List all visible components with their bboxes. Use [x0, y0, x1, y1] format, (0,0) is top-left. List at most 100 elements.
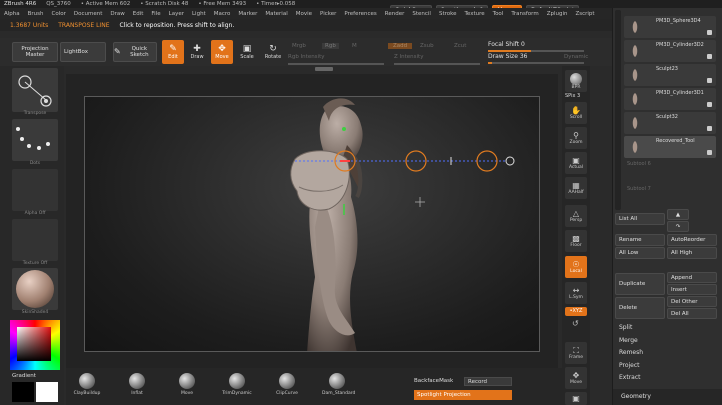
- autoreorder-button[interactable]: AutoReorder: [667, 234, 717, 246]
- menu-macro[interactable]: Macro: [214, 11, 231, 17]
- menu-movie[interactable]: Movie: [296, 11, 312, 17]
- rotate-button[interactable]: ↻ Rotate: [261, 40, 285, 64]
- menu-layer[interactable]: Layer: [169, 11, 184, 17]
- lsym-button[interactable]: ↔ L.Sym: [565, 282, 587, 304]
- top-shelf-handle[interactable]: [315, 67, 333, 71]
- transpose-handle-circle[interactable]: [505, 156, 515, 166]
- quick-sketch-button[interactable]: ✎ Quick Sketch: [113, 42, 157, 62]
- del-other-button[interactable]: Del Other: [667, 296, 717, 307]
- menu-light[interactable]: Light: [192, 11, 206, 17]
- insert-button[interactable]: Insert: [667, 284, 717, 295]
- dynamic-toggle[interactable]: Dynamic: [564, 54, 588, 60]
- actual-button[interactable]: ▣ Actual: [565, 152, 587, 174]
- brush-trimdynamic[interactable]: TrimDynamic: [222, 373, 252, 396]
- menu-document[interactable]: Document: [74, 11, 103, 17]
- primary-color-swatch[interactable]: [36, 382, 58, 402]
- z-intensity-slider[interactable]: [394, 63, 480, 65]
- menu-color[interactable]: Color: [52, 11, 66, 17]
- lightbox-button[interactable]: LightBox: [60, 42, 106, 62]
- persp-button[interactable]: △ Persp: [565, 205, 587, 227]
- local-button[interactable]: ☉ Local: [565, 256, 587, 278]
- visibility-icon[interactable]: [707, 30, 712, 35]
- scale-view-button[interactable]: ▣: [565, 392, 587, 405]
- draw-size-slider[interactable]: [488, 62, 584, 64]
- brush-dam-standard[interactable]: Dam_Standard: [322, 373, 355, 396]
- aahalf-button[interactable]: ▦ AAHalf: [565, 177, 587, 199]
- menu-draw[interactable]: Draw: [110, 11, 124, 17]
- all-low-button[interactable]: All Low: [615, 247, 665, 259]
- menu-marker[interactable]: Marker: [238, 11, 257, 17]
- m-toggle[interactable]: M: [352, 43, 357, 49]
- mrgb-toggle[interactable]: Mrgb: [292, 43, 306, 49]
- menu-brush[interactable]: Brush: [28, 11, 44, 17]
- brush-clipcurve[interactable]: ClipCurve: [272, 373, 302, 396]
- menu-file[interactable]: File: [151, 11, 160, 17]
- list-all-button[interactable]: List All: [615, 213, 665, 225]
- visibility-icon[interactable]: [707, 102, 712, 107]
- menu-zplugin[interactable]: Zplugin: [547, 11, 568, 17]
- draw-size-label[interactable]: Draw Size 36: [488, 53, 527, 60]
- menu-alpha[interactable]: Alpha: [4, 11, 20, 17]
- extract-menu[interactable]: Extract: [619, 374, 641, 381]
- geometry-section[interactable]: Geometry: [613, 389, 722, 405]
- menu-material[interactable]: Material: [265, 11, 287, 17]
- duplicate-button[interactable]: Duplicate: [615, 273, 665, 295]
- material-thumbnail[interactable]: [12, 268, 58, 310]
- bpr-button[interactable]: BPR: [565, 70, 587, 92]
- rgb-intensity-slider[interactable]: [288, 63, 384, 65]
- viewport-canvas[interactable]: [84, 96, 540, 352]
- menu-tool[interactable]: Tool: [493, 11, 504, 17]
- subtool-item[interactable]: PM3D_Cylinder3D1: [624, 88, 716, 110]
- menu-picker[interactable]: Picker: [320, 11, 336, 17]
- delete-button[interactable]: Delete: [615, 297, 665, 319]
- panel-scrollbar[interactable]: [615, 10, 621, 210]
- z-intensity-label[interactable]: Z Intensity: [394, 54, 423, 60]
- spix-slider[interactable]: SPix 3: [565, 93, 580, 99]
- projection-master-button[interactable]: Projection Master: [12, 42, 58, 62]
- draw-button[interactable]: ✚ Draw: [186, 40, 208, 64]
- record-button[interactable]: Record: [464, 377, 512, 386]
- rename-button[interactable]: Rename: [615, 234, 665, 246]
- rotate-axis-icon[interactable]: ↺: [572, 319, 579, 328]
- merge-menu[interactable]: Merge: [619, 337, 638, 344]
- visibility-icon[interactable]: [707, 150, 712, 155]
- floor-button[interactable]: ▩ Floor: [565, 230, 587, 252]
- zcut-toggle[interactable]: Zcut: [454, 43, 466, 49]
- spotlight-projection-button[interactable]: Spotlight Projection: [414, 390, 512, 400]
- color-picker[interactable]: [10, 320, 60, 370]
- menu-edit[interactable]: Edit: [133, 11, 144, 17]
- scroll-button[interactable]: ✋ Scroll: [565, 102, 587, 124]
- menu-zscript[interactable]: Zscript: [575, 11, 594, 17]
- brush-thumbnail[interactable]: [12, 68, 58, 112]
- menu-preferences[interactable]: Preferences: [344, 11, 376, 17]
- menu-render[interactable]: Render: [385, 11, 405, 17]
- menu-stencil[interactable]: Stencil: [412, 11, 431, 17]
- subtool-item[interactable]: PM3D_Cylinder3D2: [624, 40, 716, 62]
- rgb-toggle[interactable]: Rgb: [322, 43, 339, 49]
- move-down-button[interactable]: ↷: [667, 221, 689, 232]
- zoom-button[interactable]: ⚲ Zoom: [565, 127, 587, 149]
- zadd-toggle[interactable]: Zadd: [388, 43, 413, 49]
- visibility-icon[interactable]: [707, 78, 712, 83]
- project-menu[interactable]: Project: [619, 362, 640, 369]
- zsub-toggle[interactable]: Zsub: [420, 43, 434, 49]
- menu-texture[interactable]: Texture: [465, 11, 485, 17]
- move-button[interactable]: ✥ Move: [211, 40, 233, 64]
- alpha-thumbnail[interactable]: [12, 169, 58, 211]
- move-view-button[interactable]: ✥ Move: [565, 367, 587, 389]
- scale-button[interactable]: ▣ Scale: [236, 40, 258, 64]
- focal-shift-slider[interactable]: [488, 50, 584, 52]
- frame-button[interactable]: ⛶ Frame: [565, 342, 587, 364]
- backface-mask-toggle[interactable]: BackfaceMask: [414, 378, 453, 384]
- menu-transform[interactable]: Transform: [511, 11, 538, 17]
- subtool-item[interactable]: Sculpt32: [624, 112, 716, 134]
- texture-thumbnail[interactable]: [12, 219, 58, 261]
- stroke-thumbnail[interactable]: [12, 119, 58, 161]
- brush-move[interactable]: Move: [172, 373, 202, 396]
- menu-stroke[interactable]: Stroke: [439, 11, 457, 17]
- secondary-color-swatch[interactable]: [12, 382, 34, 402]
- all-high-button[interactable]: All High: [667, 247, 717, 259]
- visibility-icon[interactable]: [707, 126, 712, 131]
- brush-inflat[interactable]: Inflat: [122, 373, 152, 396]
- move-up-button[interactable]: ▲: [667, 209, 689, 220]
